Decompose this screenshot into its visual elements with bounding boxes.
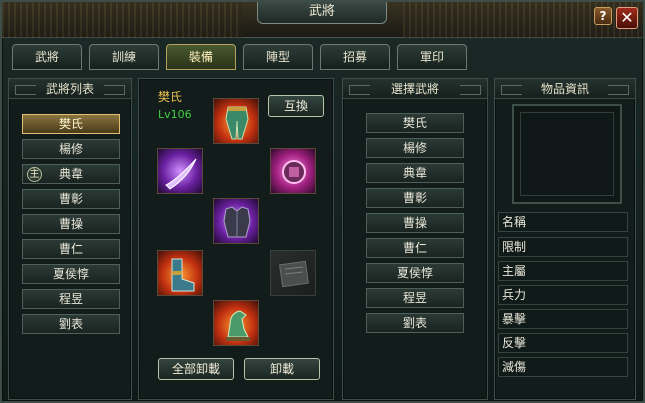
tab-training[interactable]: 訓練: [89, 44, 159, 70]
item-info-row: 主屬: [498, 261, 628, 281]
help-button[interactable]: ?: [594, 7, 612, 25]
select-general-item[interactable]: 夏侯惇: [366, 263, 464, 283]
general-list-header: 武將列表: [9, 79, 131, 99]
tab-seal[interactable]: 軍印: [397, 44, 467, 70]
general-list-item-label: 典韋: [58, 167, 83, 181]
item-info-row: 減傷: [498, 357, 628, 377]
item-info-row: 暴擊: [498, 309, 628, 329]
equip-slot-book[interactable]: [270, 250, 316, 296]
title-decoration-left: [2, 2, 242, 38]
equipped-general-name: 樊氏: [158, 90, 183, 104]
general-list-item[interactable]: 曹操: [22, 214, 120, 234]
general-list-item[interactable]: 主 典韋: [22, 164, 120, 184]
select-general-item[interactable]: 樊氏: [366, 113, 464, 133]
item-preview-frame: [512, 104, 622, 204]
book-icon: [279, 260, 309, 288]
select-general-header: 選擇武將: [343, 79, 487, 99]
lord-badge: 主: [27, 167, 42, 182]
title-bar[interactable]: 武將 ? ✕: [2, 2, 643, 38]
close-button[interactable]: ✕: [616, 7, 638, 29]
item-info-row: 名稱: [498, 212, 628, 232]
select-general-item[interactable]: 程昱: [366, 288, 464, 308]
tab-recruit[interactable]: 招募: [320, 44, 390, 70]
general-list-item[interactable]: 樊氏: [22, 114, 120, 134]
equip-slot-mount[interactable]: [213, 300, 259, 346]
general-list-item[interactable]: 曹彰: [22, 189, 120, 209]
pants-icon: [225, 106, 249, 140]
select-general-item[interactable]: 劉表: [366, 313, 464, 333]
unequip-button[interactable]: 卸載: [244, 358, 320, 380]
general-list-item[interactable]: 楊修: [22, 139, 120, 159]
equipped-general-level: Lv106: [158, 108, 192, 121]
general-list-item[interactable]: 程昱: [22, 289, 120, 309]
tab-equipment[interactable]: 裝備: [166, 44, 236, 70]
general-window: 武將 ? ✕ 武將 訓練 裝備 陣型 招募 軍印 武將列表 樊氏 楊修 主 典韋…: [0, 0, 645, 403]
select-general-item[interactable]: 楊修: [366, 138, 464, 158]
select-general-item[interactable]: 曹操: [366, 213, 464, 233]
unequip-all-button[interactable]: 全部卸載: [158, 358, 234, 380]
item-info-header: 物品資訊: [495, 79, 635, 99]
item-info-row: 限制: [498, 237, 628, 257]
accessory-icon: [282, 160, 306, 184]
select-general-item[interactable]: 曹仁: [366, 238, 464, 258]
general-list-item[interactable]: 曹仁: [22, 239, 120, 259]
armor-icon: [223, 206, 251, 238]
tab-formation[interactable]: 陣型: [243, 44, 313, 70]
weapon-icon: [165, 158, 197, 190]
equip-slot-pants[interactable]: [213, 98, 259, 144]
general-list-item[interactable]: 夏侯惇: [22, 264, 120, 284]
equip-slot-accessory[interactable]: [270, 148, 316, 194]
mount-icon: [226, 310, 250, 341]
swap-button[interactable]: 互換: [268, 95, 324, 117]
equip-slot-weapon[interactable]: [157, 148, 203, 194]
item-info-row: 兵力: [498, 285, 628, 305]
select-general-item[interactable]: 曹彰: [366, 188, 464, 208]
boots-icon: [171, 258, 195, 292]
equip-slot-boots[interactable]: [157, 250, 203, 296]
window-title: 武將: [257, 2, 387, 24]
tab-general[interactable]: 武將: [12, 44, 82, 70]
equip-slot-armor[interactable]: [213, 198, 259, 244]
general-list-item[interactable]: 劉表: [22, 314, 120, 334]
item-info-row: 反擊: [498, 333, 628, 353]
select-general-item[interactable]: 典韋: [366, 163, 464, 183]
